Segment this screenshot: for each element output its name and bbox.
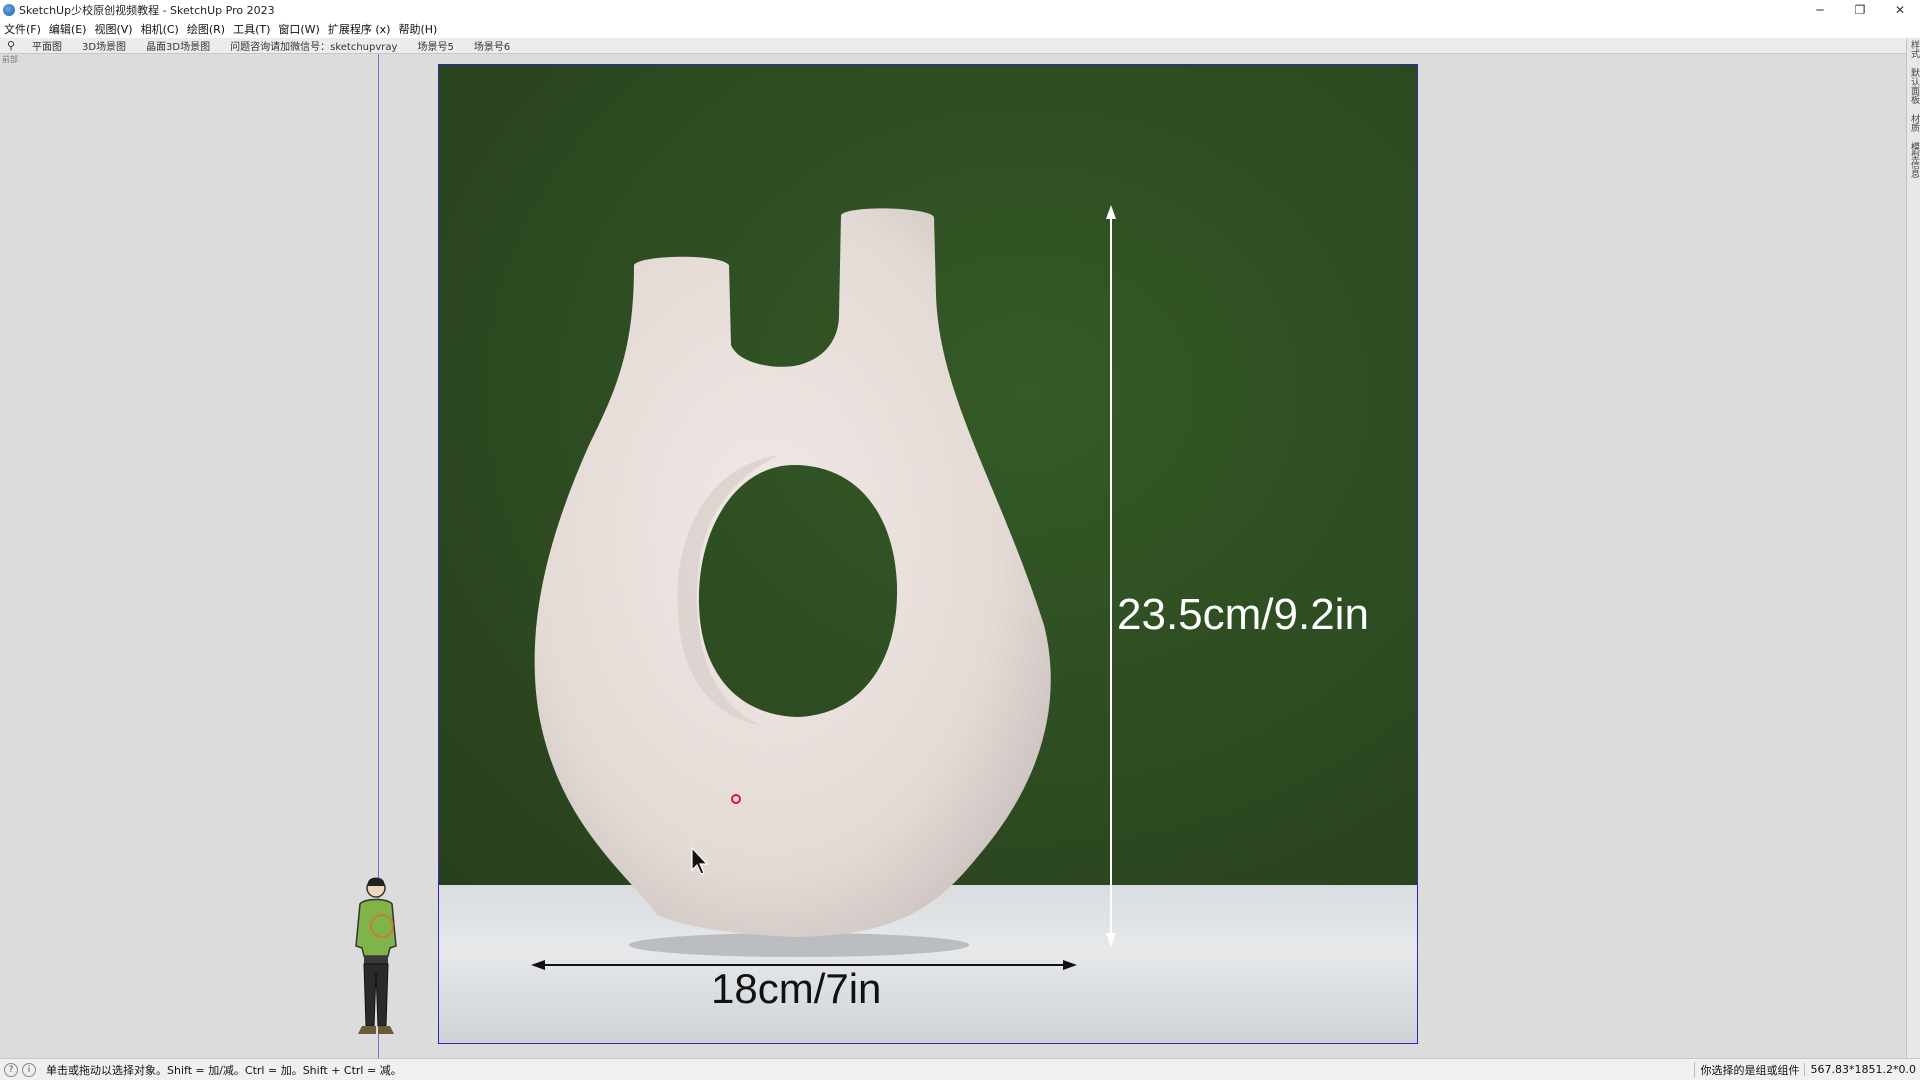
scene-tab-bar: ⚲ 平面图 3D场景图 晶面3D场景图 问题咨询请加微信号：sketchupvr… <box>0 38 1906 54</box>
measurements-box[interactable]: 567.83*1851.2*0.0 <box>1803 1063 1920 1076</box>
scene-tab-2[interactable]: 3D场景图 <box>72 38 136 53</box>
sketchup-logo-icon <box>3 4 15 16</box>
width-dimension-label: 18cm/7in <box>711 965 882 1012</box>
scene-tab-3[interactable]: 晶面3D场景图 <box>136 38 220 53</box>
scene-tab-4[interactable]: 问题咨询请加微信号：sketchupvray <box>220 38 407 53</box>
menu-view[interactable]: 视图(V) <box>94 21 132 37</box>
menu-extensions[interactable]: 扩展程序 (x) <box>328 21 391 37</box>
status-hint: 单击或拖动以选择对象。Shift = 加/减。Ctrl = 加。Shift + … <box>46 1063 402 1077</box>
menu-draw[interactable]: 绘图(R) <box>187 21 225 37</box>
tray-tab-materials[interactable]: 材质 <box>1908 114 1920 132</box>
search-icon[interactable]: ⚲ <box>0 39 22 52</box>
status-bar: ? i 单击或拖动以选择对象。Shift = 加/减。Ctrl = 加。Shif… <box>0 1058 1920 1080</box>
menu-edit[interactable]: 编辑(E) <box>49 21 87 37</box>
vase-image[interactable]: 23.5cm/9.2in 18cm/7in <box>438 64 1418 1044</box>
tray-tab-default-panel[interactable]: 默认面板 <box>1908 68 1920 104</box>
scale-figure-icon[interactable] <box>346 876 406 1046</box>
view-label: 前部 <box>2 55 18 64</box>
title-bar: SketchUp少校原创视频教程 - SketchUp Pro 2023 ─ ❐… <box>0 0 1920 20</box>
restore-button[interactable]: ❐ <box>1840 0 1880 20</box>
scene-tab-5[interactable]: 场景号5 <box>407 38 463 53</box>
close-button[interactable]: ✕ <box>1880 0 1920 20</box>
vase-illustration <box>531 205 1116 970</box>
menu-camera[interactable]: 相机(C) <box>141 21 179 37</box>
info-icon[interactable]: i <box>22 1062 36 1077</box>
scene-tab-1[interactable]: 平面图 <box>22 38 72 53</box>
drawing-viewport[interactable]: 前部 23.5cm/9.2in 18cm/7in <box>0 54 1906 1058</box>
menu-tools[interactable]: 工具(T) <box>233 21 270 37</box>
tray-tab-styles[interactable]: 样式 <box>1908 40 1920 58</box>
menu-file[interactable]: 文件(F) <box>4 21 41 37</box>
minimize-button[interactable]: ─ <box>1800 0 1840 20</box>
window-title: SketchUp少校原创视频教程 - SketchUp Pro 2023 <box>19 4 275 17</box>
help-icon[interactable]: ? <box>4 1062 18 1077</box>
default-tray: 样式 默认面板 材质 模型信息 <box>1906 38 1920 1058</box>
menu-window[interactable]: 窗口(W) <box>278 21 319 37</box>
height-dimension-label: 23.5cm/9.2in <box>1117 590 1369 639</box>
menu-bar: 文件(F) 编辑(E) 视图(V) 相机(C) 绘图(R) 工具(T) 窗口(W… <box>0 20 1920 38</box>
menu-help[interactable]: 帮助(H) <box>398 21 437 37</box>
scene-tab-6[interactable]: 场景号6 <box>464 38 520 53</box>
selection-info: 你选择的是组或组件 <box>1693 1061 1804 1078</box>
tray-tab-model-info[interactable]: 模型信息 <box>1908 142 1920 178</box>
mouse-pointer-icon <box>691 846 709 875</box>
